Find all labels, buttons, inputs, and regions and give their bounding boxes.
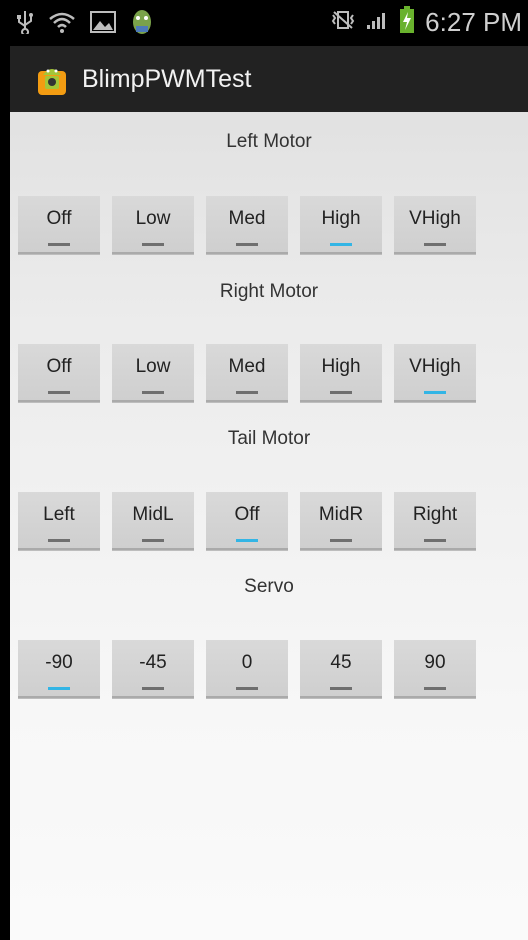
right-motor-med-button[interactable]: Med (206, 344, 288, 402)
right-motor-low-button[interactable]: Low (112, 344, 194, 402)
button-label: High (321, 208, 361, 229)
android-notification-icon (130, 8, 154, 40)
servo-90-button[interactable]: 90 (394, 640, 476, 698)
left-motor-med-button[interactable]: Med (206, 196, 288, 254)
mute-vibrate-icon (331, 9, 355, 35)
left-motor-low-button[interactable]: Low (112, 196, 194, 254)
toggle-indicator (142, 687, 164, 690)
status-bar: 6:27 PM (10, 0, 528, 46)
button-label: Right (412, 504, 458, 525)
button-label: Med (228, 208, 266, 229)
tail-motor-label: Tail Motor (227, 428, 311, 449)
app-title: BlimpPWMTest (82, 64, 252, 93)
left-motor-off-button[interactable]: Off (18, 196, 100, 254)
button-label: Low (135, 356, 171, 377)
left-motor-vhigh-button[interactable]: VHigh (394, 196, 476, 254)
button-label: -90 (45, 652, 73, 673)
button-label: Off (46, 356, 72, 377)
tail-motor-right-button[interactable]: Right (394, 492, 476, 550)
gallery-icon (90, 10, 116, 38)
toggle-indicator (236, 391, 258, 394)
signal-icon (365, 9, 389, 35)
toggle-indicator (142, 391, 164, 394)
button-label: 90 (424, 652, 446, 673)
button-label: Left (43, 504, 75, 525)
toggle-indicator (48, 687, 70, 690)
right-motor-off-button[interactable]: Off (18, 344, 100, 402)
toggle-indicator (330, 391, 352, 394)
button-label: Off (46, 208, 72, 229)
toggle-indicator (424, 539, 446, 542)
toggle-indicator (330, 243, 352, 246)
button-label: VHigh (409, 356, 461, 377)
button-label: Low (135, 208, 171, 229)
button-label: -45 (139, 652, 167, 673)
app-screen: 6:27 PM BlimpPWMTest Left Motor Off Low … (10, 0, 528, 940)
left-motor-buttons: Off Low Med High VHigh (18, 196, 488, 254)
toggle-indicator (330, 687, 352, 690)
tail-motor-buttons: Left MidL Off MidR Right (18, 492, 488, 550)
tail-motor-midr-button[interactable]: MidR (300, 492, 382, 550)
tail-motor-midl-button[interactable]: MidL (112, 492, 194, 550)
button-label: Off (234, 504, 260, 525)
toggle-indicator (424, 391, 446, 394)
toggle-indicator (236, 539, 258, 542)
button-label: MidR (318, 504, 364, 525)
button-label: MidL (132, 504, 174, 525)
wifi-icon (48, 10, 76, 38)
button-label: 0 (241, 652, 253, 673)
servo-minus-45-button[interactable]: -45 (112, 640, 194, 698)
tail-motor-off-button[interactable]: Off (206, 492, 288, 550)
toggle-indicator (48, 243, 70, 246)
right-motor-high-button[interactable]: High (300, 344, 382, 402)
toggle-indicator (236, 687, 258, 690)
servo-label: Servo (244, 576, 294, 597)
button-label: Med (228, 356, 266, 377)
servo-buttons: -90 -45 0 45 90 (18, 640, 488, 698)
right-motor-label: Right Motor (219, 281, 319, 302)
right-motor-vhigh-button[interactable]: VHigh (394, 344, 476, 402)
servo-minus-90-button[interactable]: -90 (18, 640, 100, 698)
battery-charging-icon (399, 6, 415, 38)
toggle-indicator (48, 391, 70, 394)
left-motor-high-button[interactable]: High (300, 196, 382, 254)
button-label: VHigh (409, 208, 461, 229)
button-label: High (321, 356, 361, 377)
usb-icon (16, 10, 34, 38)
toggle-indicator (142, 539, 164, 542)
action-bar: BlimpPWMTest (10, 46, 528, 112)
app-launcher-icon (34, 61, 70, 97)
right-motor-buttons: Off Low Med High VHigh (18, 344, 488, 402)
servo-45-button[interactable]: 45 (300, 640, 382, 698)
toggle-indicator (330, 539, 352, 542)
toggle-indicator (48, 539, 70, 542)
toggle-indicator (424, 687, 446, 690)
status-time: 6:27 PM (425, 6, 522, 37)
toggle-indicator (142, 243, 164, 246)
servo-0-button[interactable]: 0 (206, 640, 288, 698)
left-motor-label: Left Motor (226, 131, 312, 152)
button-label: 45 (330, 652, 352, 673)
toggle-indicator (236, 243, 258, 246)
toggle-indicator (424, 243, 446, 246)
tail-motor-left-button[interactable]: Left (18, 492, 100, 550)
